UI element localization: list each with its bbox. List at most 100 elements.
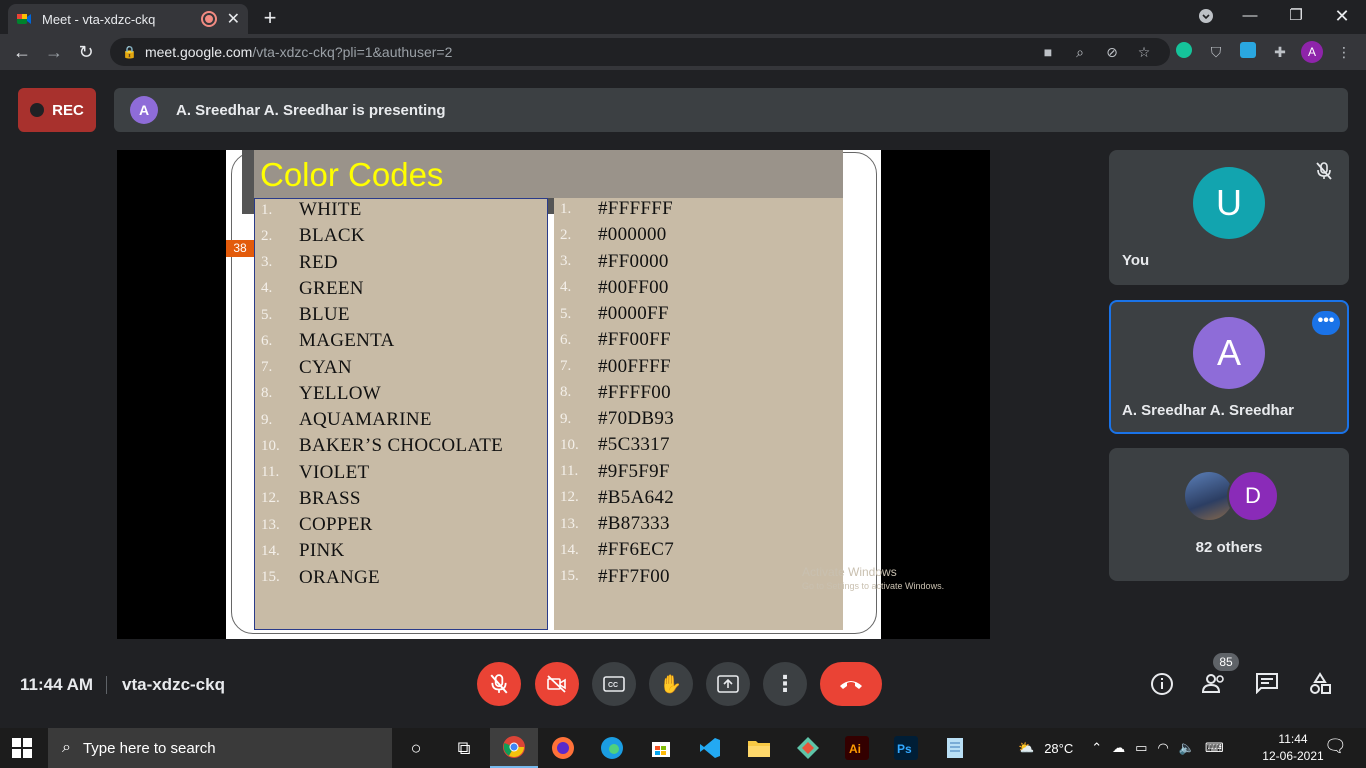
forward-button[interactable]: → bbox=[42, 40, 66, 64]
url-host: meet.google.com bbox=[144, 44, 253, 60]
recording-badge[interactable]: REC bbox=[18, 88, 96, 132]
participant-avatar: U bbox=[1193, 167, 1265, 239]
cloud-icon[interactable]: ☁ bbox=[1112, 740, 1125, 756]
chrome-taskbar-icon[interactable] bbox=[490, 728, 538, 768]
raise-hand-button[interactable]: ✋ bbox=[649, 662, 693, 706]
list-number: 14. bbox=[261, 542, 280, 559]
restore-button[interactable]: ❐ bbox=[1276, 4, 1316, 28]
list-number: 12. bbox=[261, 490, 280, 507]
color-code-value: #70DB93 bbox=[598, 408, 674, 429]
keyboard-icon[interactable]: ⌨ bbox=[1205, 740, 1224, 756]
notifications-icon[interactable]: 🗨 bbox=[1324, 736, 1347, 758]
others-tile[interactable]: D 82 others bbox=[1109, 448, 1349, 581]
notepad-taskbar-icon[interactable] bbox=[931, 728, 979, 768]
people-button[interactable] bbox=[1201, 672, 1227, 698]
grammarly-icon[interactable] bbox=[1173, 42, 1195, 62]
browser-toolbar: ← → ↻ 🔒 meet.google.com/vta-xdzc-ckq?pli… bbox=[0, 34, 1366, 70]
list-number: 9. bbox=[560, 410, 572, 427]
store-taskbar-icon[interactable] bbox=[637, 728, 685, 768]
back-button[interactable]: ← bbox=[10, 40, 34, 64]
mic-off-button[interactable] bbox=[477, 662, 521, 706]
color-name-row: 9. AQUAMARINE bbox=[255, 407, 432, 433]
extensions-puzzle-icon[interactable]: ✚ bbox=[1269, 42, 1291, 62]
color-code-row: 2. #000000 bbox=[554, 222, 667, 248]
pen-extension-icon[interactable] bbox=[1237, 42, 1259, 62]
list-number: 5. bbox=[560, 305, 572, 322]
list-number: 7. bbox=[560, 358, 572, 374]
participant-tile-presenter[interactable]: A ••• A. Sreedhar A. Sreedhar bbox=[1109, 300, 1349, 434]
more-options-button[interactable]: ⋮ bbox=[763, 662, 807, 706]
list-number: 15. bbox=[560, 568, 579, 584]
color-name-value: BRASS bbox=[299, 487, 361, 509]
app-taskbar-icon[interactable] bbox=[784, 728, 832, 768]
tracking-icon[interactable]: ⊘ bbox=[1101, 42, 1123, 62]
new-tab-button[interactable]: + bbox=[258, 5, 282, 31]
shield-extension-icon[interactable]: ⛉ bbox=[1205, 42, 1227, 62]
photoshop-taskbar-icon[interactable]: Ps bbox=[882, 728, 930, 768]
svg-text:Ps: Ps bbox=[897, 742, 912, 756]
leave-call-button[interactable] bbox=[820, 662, 882, 706]
browser-tab[interactable]: Meet - vta-xdzc-ckq ✕ bbox=[8, 4, 248, 34]
illustrator-taskbar-icon[interactable]: Ai bbox=[833, 728, 881, 768]
address-bar[interactable]: 🔒 meet.google.com/vta-xdzc-ckq?pli=1&aut… bbox=[110, 38, 1170, 66]
taskbar-search-box[interactable]: ⌕ Type here to search bbox=[48, 728, 392, 768]
battery-icon[interactable]: ▭ bbox=[1135, 740, 1147, 756]
profile-avatar[interactable]: A bbox=[1301, 41, 1323, 63]
present-button[interactable] bbox=[706, 662, 750, 706]
list-number: 12. bbox=[560, 489, 579, 506]
file-explorer-taskbar-icon[interactable] bbox=[735, 728, 783, 768]
camera-icon[interactable]: ■ bbox=[1037, 42, 1059, 62]
activities-button[interactable] bbox=[1307, 672, 1333, 698]
tab-title: Meet - vta-xdzc-ckq bbox=[42, 11, 156, 27]
lock-icon[interactable]: 🔒 bbox=[122, 45, 137, 59]
svg-text:Ai: Ai bbox=[849, 742, 861, 756]
task-view-button[interactable]: ⧉ bbox=[440, 728, 488, 768]
color-name-row: 3. RED bbox=[255, 250, 338, 276]
more-options-icon[interactable]: ••• bbox=[1312, 311, 1340, 335]
zoom-icon[interactable]: ⌕ bbox=[1069, 42, 1091, 62]
color-code-row: 14. #FF6EC7 bbox=[554, 537, 674, 563]
camera-off-button[interactable] bbox=[535, 662, 579, 706]
meeting-code: vta-xdzc-ckq bbox=[122, 675, 225, 694]
cortana-button[interactable]: ○ bbox=[392, 728, 440, 768]
watermark-title: Activate Windows bbox=[802, 565, 897, 579]
color-code-row: 1. #FFFFFF bbox=[554, 196, 673, 222]
close-window-button[interactable]: ✕ bbox=[1322, 4, 1362, 28]
chevron-up-icon[interactable]: ⌃ bbox=[1091, 740, 1102, 756]
firefox-taskbar-icon[interactable] bbox=[539, 728, 587, 768]
reload-button[interactable]: ↻ bbox=[74, 40, 98, 64]
captions-icon: CC bbox=[603, 676, 625, 692]
color-name-row: 13. COPPER bbox=[255, 512, 373, 538]
minimize-button[interactable]: — bbox=[1230, 4, 1270, 28]
color-name-value: BLACK bbox=[299, 225, 365, 247]
chrome-menu-icon[interactable]: ⋮ bbox=[1333, 42, 1355, 62]
close-tab-icon[interactable]: ✕ bbox=[227, 9, 240, 29]
temperature[interactable]: 28°C bbox=[1044, 741, 1073, 756]
participant-tile-you[interactable]: U You bbox=[1109, 150, 1349, 285]
tab-search-icon[interactable] bbox=[1186, 4, 1226, 28]
record-dot-icon bbox=[30, 103, 45, 117]
color-name-row: 6. MAGENTA bbox=[255, 328, 395, 354]
color-name-value: CYAN bbox=[299, 356, 352, 378]
slide-title: Color Codes bbox=[260, 156, 444, 193]
color-name-value: BLUE bbox=[299, 304, 350, 325]
chat-button[interactable] bbox=[1254, 672, 1280, 698]
edge-taskbar-icon[interactable] bbox=[588, 728, 636, 768]
meeting-details-button[interactable] bbox=[1149, 672, 1175, 698]
list-number: 3. bbox=[560, 253, 572, 269]
volume-icon[interactable]: 🔈 bbox=[1179, 740, 1195, 756]
vscode-taskbar-icon[interactable] bbox=[686, 728, 734, 768]
color-name-value: YELLOW bbox=[299, 382, 381, 404]
list-number: 3. bbox=[261, 254, 273, 270]
taskbar-clock[interactable]: 11:44 12-06-2021 bbox=[1262, 731, 1324, 765]
bookmark-star-icon[interactable]: ☆ bbox=[1133, 42, 1155, 62]
svg-text:CC: CC bbox=[608, 682, 618, 689]
weather-icon[interactable]: ⛅ bbox=[1018, 740, 1034, 756]
participant-avatar: A bbox=[1193, 317, 1265, 389]
wifi-icon[interactable]: ◠ bbox=[1157, 740, 1168, 756]
captions-button[interactable]: CC bbox=[592, 662, 636, 706]
list-number: 9. bbox=[261, 411, 273, 428]
color-code-value: #0000FF bbox=[598, 303, 669, 324]
start-button[interactable] bbox=[12, 738, 34, 760]
hand-icon: ✋ bbox=[659, 673, 683, 694]
